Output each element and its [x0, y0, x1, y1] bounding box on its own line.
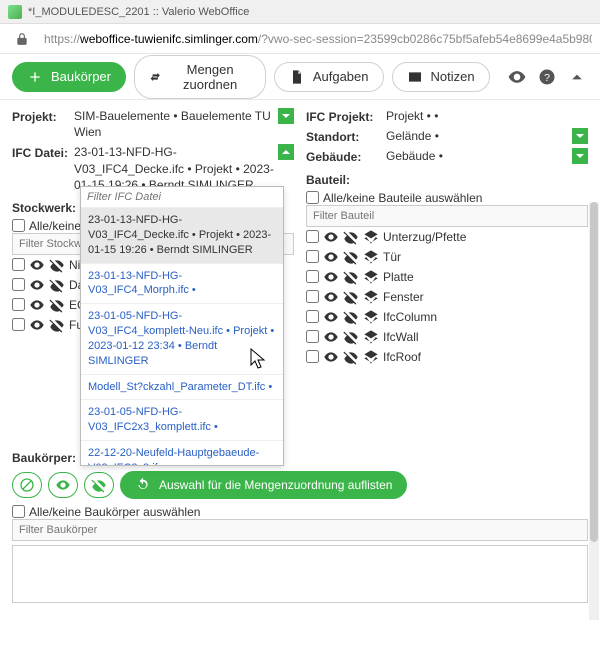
- pill-disable-button[interactable]: [12, 472, 42, 498]
- pill-show-button[interactable]: [48, 472, 78, 498]
- eye-off-icon[interactable]: [343, 229, 359, 245]
- app-favicon: [8, 5, 22, 19]
- standort-label: Standort:: [306, 128, 386, 144]
- lock-icon: [8, 25, 36, 53]
- auflisten-button[interactable]: Auswahl für die Mengenzuordnung aufliste…: [120, 471, 407, 499]
- ifc-dropdown-item[interactable]: 23-01-13-NFD-HG-V03_IFC4_Decke.ifc • Pro…: [81, 208, 283, 263]
- eye-icon[interactable]: [323, 289, 339, 305]
- standort-value: Gelände •: [386, 129, 439, 143]
- bauteil-text: Platte: [383, 270, 414, 284]
- browser-urlbar: https://weboffice-tuwienifc.simlinger.co…: [0, 24, 600, 54]
- ifc-dropdown-item[interactable]: 22-12-20-Neufeld-Hauptgebaeude-V03_IFC2x…: [81, 440, 283, 466]
- window-titlebar: *I_MODULEDESC_2201 :: Valerio WebOffice: [0, 0, 600, 24]
- projekt-dropdown-icon[interactable]: [278, 108, 294, 124]
- bauteil-row[interactable]: Platte: [306, 267, 588, 287]
- ifc-dropdown-item[interactable]: 23-01-05-NFD-HG-V03_IFC4_komplett-Neu.if…: [81, 303, 283, 373]
- eye-off-icon[interactable]: [343, 329, 359, 345]
- layers-icon[interactable]: [363, 309, 379, 325]
- baukoerper-list-area: [12, 545, 588, 603]
- layers-icon[interactable]: [363, 289, 379, 305]
- url-text[interactable]: https://weboffice-tuwienifc.simlinger.co…: [44, 32, 592, 46]
- mengen-label: Mengen zuordnen: [169, 62, 250, 92]
- ifcprojekt-value: Projekt • •: [386, 109, 438, 123]
- eye-icon[interactable]: [323, 309, 339, 325]
- pill-hide-button[interactable]: [84, 472, 114, 498]
- projekt-value: SIM-Bauelemente • Bauelemente TU Wien: [74, 109, 271, 139]
- standort-dropdown-icon[interactable]: [572, 128, 588, 144]
- bauteil-text: Fenster: [383, 290, 424, 304]
- layers-icon[interactable]: [363, 269, 379, 285]
- eye-off-icon[interactable]: [343, 309, 359, 325]
- bauteil-text: IfcColumn: [383, 310, 437, 324]
- ifc-datei-dropdown-icon[interactable]: [278, 144, 294, 160]
- baukoerper-button[interactable]: Baukörper: [12, 62, 126, 92]
- bauteil-text: Tür: [383, 250, 401, 264]
- layers-icon[interactable]: [363, 349, 379, 365]
- alle-keine-bauteile[interactable]: Alle/keine Bauteile auswählen: [306, 191, 588, 205]
- page-scrollbar[interactable]: [589, 202, 599, 620]
- mengen-button[interactable]: Mengen zuordnen: [134, 55, 266, 99]
- eye-icon[interactable]: [323, 349, 339, 365]
- eye-off-icon[interactable]: [343, 349, 359, 365]
- right-panel: IFC Projekt:Projekt • • Standort:Gelände…: [294, 108, 588, 367]
- baukoerper-label: Baukörper: [51, 69, 111, 84]
- ifc-dropdown-item[interactable]: 23-01-05-NFD-HG-V03_IFC2x3_komplett.ifc …: [81, 399, 283, 440]
- eye-icon[interactable]: [323, 229, 339, 245]
- auflisten-label: Auswahl für die Mengenzuordnung aufliste…: [159, 478, 392, 492]
- filter-baukoerper-input[interactable]: [12, 519, 588, 541]
- eye-off-icon[interactable]: [49, 257, 65, 273]
- window-title: *I_MODULEDESC_2201 :: Valerio WebOffice: [28, 6, 249, 18]
- bauteil-text: IfcRoof: [383, 350, 421, 364]
- eye-icon[interactable]: [29, 317, 45, 333]
- bauteil-row[interactable]: IfcColumn: [306, 307, 588, 327]
- aufgaben-label: Aufgaben: [313, 69, 369, 84]
- scrollbar-thumb[interactable]: [590, 202, 598, 542]
- gebaeude-dropdown-icon[interactable]: [572, 148, 588, 164]
- gebaeude-label: Gebäude:: [306, 148, 386, 164]
- bauteil-row[interactable]: Tür: [306, 247, 588, 267]
- eye-icon[interactable]: [323, 249, 339, 265]
- eye-off-icon[interactable]: [343, 249, 359, 265]
- collapse-up-icon[interactable]: [566, 63, 588, 91]
- eye-icon[interactable]: [29, 257, 45, 273]
- alle-keine-baukoerper[interactable]: Alle/keine Baukörper auswählen: [12, 505, 588, 519]
- eye-off-icon[interactable]: [49, 297, 65, 313]
- ifc-dropdown-item[interactable]: 23-01-13-NFD-HG-V03_IFC4_Morph.ifc •: [81, 263, 283, 304]
- ifc-dropdown-item[interactable]: Modell_St?ckzahl_Parameter_DT.ifc •: [81, 374, 283, 400]
- bauteil-text: IfcWall: [383, 330, 419, 344]
- eye-off-icon[interactable]: [343, 289, 359, 305]
- bauteil-row[interactable]: IfcRoof: [306, 347, 588, 367]
- notizen-label: Notizen: [431, 69, 475, 84]
- bauteil-text: Unterzug/Pfette: [383, 230, 466, 244]
- notizen-button[interactable]: Notizen: [392, 62, 490, 92]
- ifc-datei-filter-input[interactable]: [81, 187, 283, 208]
- bauteil-row[interactable]: IfcWall: [306, 327, 588, 347]
- visibility-eye-icon[interactable]: [506, 63, 528, 91]
- eye-off-icon[interactable]: [49, 277, 65, 293]
- bauteil-row[interactable]: Fenster: [306, 287, 588, 307]
- projekt-label: Projekt:: [12, 108, 74, 124]
- eye-icon[interactable]: [323, 269, 339, 285]
- bauteil-label: Bauteil:: [306, 173, 588, 187]
- eye-off-icon[interactable]: [343, 269, 359, 285]
- eye-icon[interactable]: [323, 329, 339, 345]
- bauteil-row[interactable]: Unterzug/Pfette: [306, 227, 588, 247]
- filter-bauteil-input[interactable]: [306, 205, 588, 227]
- ifc-datei-dropdown-list: 23-01-13-NFD-HG-V03_IFC4_Decke.ifc • Pro…: [80, 186, 284, 466]
- eye-icon[interactable]: [29, 277, 45, 293]
- layers-icon[interactable]: [363, 329, 379, 345]
- ifcprojekt-label: IFC Projekt:: [306, 108, 386, 124]
- aufgaben-button[interactable]: Aufgaben: [274, 62, 384, 92]
- main-toolbar: Baukörper Mengen zuordnen Aufgaben Notiz…: [0, 54, 600, 100]
- layers-icon[interactable]: [363, 249, 379, 265]
- gebaeude-value: Gebäude •: [386, 149, 443, 163]
- left-panel: Projekt: SIM-Bauelemente • Bauelemente T…: [12, 108, 294, 367]
- eye-off-icon[interactable]: [49, 317, 65, 333]
- layers-icon[interactable]: [363, 229, 379, 245]
- ifc-datei-value: 23-01-13-NFD-HG-V03_IFC4_Decke.ifc • Pro…: [74, 145, 274, 191]
- help-icon[interactable]: [536, 63, 558, 91]
- eye-icon[interactable]: [29, 297, 45, 313]
- ifc-datei-label: IFC Datei:: [12, 144, 74, 160]
